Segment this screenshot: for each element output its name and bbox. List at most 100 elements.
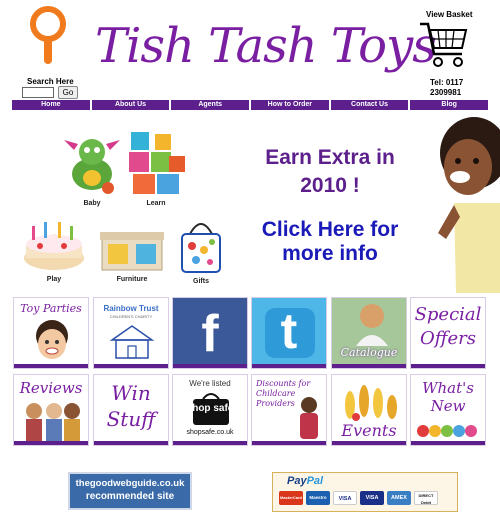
search-go-button[interactable]: Go [58, 86, 78, 99]
tile-toy-parties[interactable]: Toy Parties [13, 297, 89, 369]
tile-bar [332, 441, 406, 445]
rainbow-trust-sub: CHILDREN'S CHARITY [109, 314, 153, 319]
shopsafe-main-label: shop safe [186, 403, 234, 414]
magnifier-logo-icon[interactable] [30, 6, 66, 66]
gift-bag-icon [181, 223, 221, 273]
child-with-catalogue-photo [356, 304, 388, 346]
tile-rainbow-trust[interactable]: Rainbow Trust CHILDREN'S CHARITY [93, 297, 169, 369]
tile-bar [14, 441, 88, 445]
nav-home[interactable]: Home [12, 100, 90, 110]
win-stuff-line2: Stuff [106, 407, 156, 431]
mastercard-icon: MasterCard [279, 491, 303, 505]
win-stuff-line1: Win [111, 381, 151, 405]
promo-link-line1: Click Here for [261, 218, 399, 241]
tile-bar [173, 364, 247, 368]
tile-special-offers[interactable]: Special Offers [410, 297, 486, 369]
main-nav: Home About Us Agents How to Order Contac… [12, 100, 489, 110]
category-gifts[interactable]: Gifts [172, 214, 230, 285]
whats-new-line1: What's [422, 379, 474, 397]
paypal-logo: PayPal [287, 475, 323, 487]
category-learn[interactable]: Learn [124, 128, 188, 207]
tile-bar [332, 364, 406, 368]
whats-new-line2: New [430, 397, 466, 415]
catalogue-label: Catalogue [340, 346, 398, 359]
tile-bar [411, 364, 485, 368]
nav-blog[interactable]: Blog [410, 100, 489, 110]
category-play-label: Play [46, 276, 62, 283]
toy-cake-icon [24, 222, 84, 270]
category-play[interactable]: Play [18, 216, 90, 283]
paypal-logo-pal: Pal [306, 475, 324, 487]
tile-discounts-childcare[interactable]: Discounts for Childcare Providers [251, 374, 327, 446]
tile-catalogue[interactable]: Catalogue [331, 297, 407, 369]
promo-heading: Earn Extra in 2010 ! [245, 144, 415, 200]
nav-about-us[interactable]: About Us [91, 100, 170, 110]
special-offers-line1: Special [414, 304, 482, 325]
goodweb-line1: thegoodwebguide.co.uk [75, 478, 185, 489]
tile-bar [94, 441, 168, 445]
tile-bar [252, 364, 326, 368]
promo-heading-line1: Earn Extra in [265, 146, 395, 169]
tile-win-stuff[interactable]: Win Stuff [93, 374, 169, 446]
search-label: Search Here [27, 77, 74, 86]
discounts-line1: Discounts for [256, 379, 311, 388]
paypal-badge[interactable]: PayPal MasterCard Maestro VISA VISA AMEX… [272, 472, 458, 512]
house-drawing-icon [109, 325, 155, 359]
nav-agents[interactable]: Agents [171, 100, 250, 110]
search-input[interactable] [22, 87, 54, 98]
reviews-label: Reviews [19, 379, 83, 397]
smiling-child-photo [416, 113, 500, 293]
toy-box-furniture-icon [100, 232, 164, 271]
category-baby-label: Baby [83, 200, 101, 207]
category-learn-label: Learn [146, 200, 166, 207]
tile-bar [14, 364, 88, 368]
category-baby[interactable]: Baby [58, 130, 126, 207]
visa-debit-icon: VISA [360, 491, 384, 505]
paypal-logo-pay: Pay [287, 475, 307, 487]
facebook-icon: f [201, 305, 219, 363]
tile-facebook[interactable]: f [172, 297, 248, 369]
payment-cards: MasterCard Maestro VISA VISA AMEX DIRECT… [279, 491, 438, 505]
tile-shopsafe[interactable]: We're listed shop safe shopsafe.co.uk [172, 374, 248, 446]
tile-reviews[interactable]: Reviews [13, 374, 89, 446]
maestro-icon: Maestro [306, 491, 330, 505]
dolls-photo [26, 403, 80, 441]
goodweb-line2: recommended site [85, 491, 175, 502]
phone-line-2: 2309981 [430, 88, 462, 97]
header: Search Here Go Tish Tash Toys View Baske… [0, 0, 500, 100]
site-title[interactable]: Tish Tash Toys [95, 18, 437, 93]
direct-debit-icon: DIRECT Debit [414, 491, 438, 505]
phone-line-1: Tel: 0117 [430, 78, 464, 87]
shopping-cart-icon[interactable] [418, 18, 468, 70]
baby-toy-dragon-icon [64, 139, 120, 194]
promo-link-line2: more info [282, 242, 378, 265]
toy-parties-label: Toy Parties [20, 302, 82, 315]
tile-bar [173, 441, 247, 445]
child-face-photo [36, 320, 68, 359]
special-offers-line2: Offers [419, 328, 476, 349]
visa-icon: VISA [333, 491, 357, 505]
tile-events[interactable]: Events [331, 374, 407, 446]
rainbow-trust-label: Rainbow Trust [103, 304, 159, 313]
nav-how-to-order[interactable]: How to Order [251, 100, 329, 110]
tile-twitter[interactable]: t [251, 297, 327, 369]
nav-contact-us[interactable]: Contact Us [330, 100, 409, 110]
shopsafe-url-label: shopsafe.co.uk [186, 429, 234, 436]
category-furniture-label: Furniture [116, 276, 148, 283]
twitter-icon: t [280, 303, 298, 359]
doll-photo [300, 397, 318, 439]
category-furniture[interactable]: Furniture [96, 222, 168, 283]
promo-more-info-link[interactable]: Click Here for more info [240, 218, 420, 266]
category-gifts-label: Gifts [193, 278, 209, 285]
goodwebguide-badge[interactable]: thegoodwebguide.co.uk recommended site [68, 472, 192, 510]
tile-whats-new[interactable]: What's New [410, 374, 486, 446]
phone-number: Tel: 0117 2309981 [430, 78, 463, 98]
tile-bar [94, 364, 168, 368]
tile-bar [252, 441, 326, 445]
events-label: Events [341, 421, 397, 440]
tile-bar [411, 441, 485, 445]
shopsafe-top-label: We're listed [189, 379, 231, 388]
promo-heading-line2: 2010 ! [300, 174, 360, 197]
amex-icon: AMEX [387, 491, 411, 505]
learning-blocks-icon [129, 132, 185, 194]
